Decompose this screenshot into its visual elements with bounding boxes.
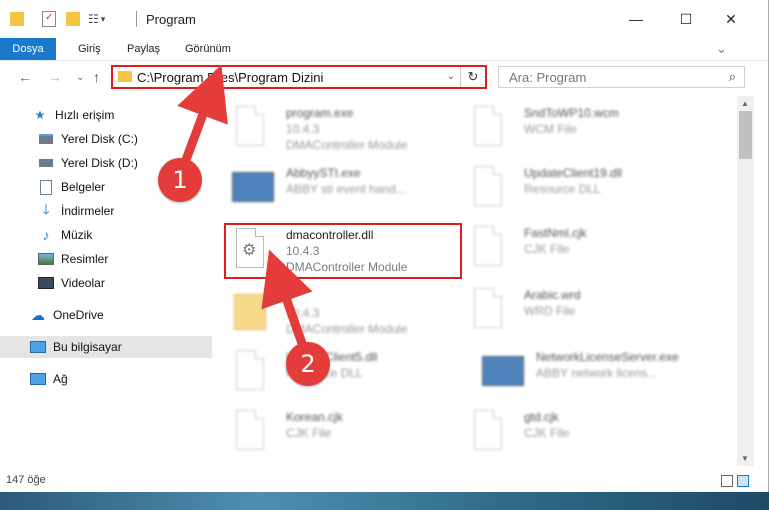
step-badge-1: 1 bbox=[158, 158, 202, 202]
step-badge-2: 2 bbox=[286, 342, 330, 386]
annotation-arrows bbox=[175, 64, 313, 357]
explorer-window: ✓ ☷ ▾ Program — ☐ ✕ Dosya Giriş Paylaş G… bbox=[0, 0, 769, 492]
desktop-background bbox=[0, 492, 769, 510]
arrow-to-dll-file bbox=[261, 249, 313, 357]
